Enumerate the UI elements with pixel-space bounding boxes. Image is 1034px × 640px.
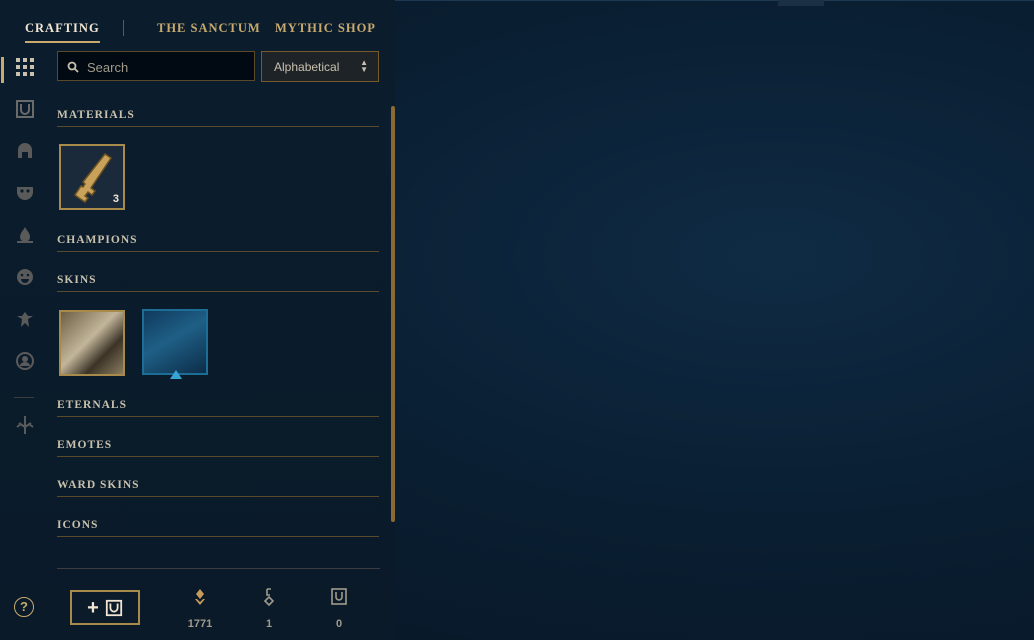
loot-item-skin-shard[interactable] [59, 310, 125, 376]
profile-icon[interactable] [12, 348, 38, 374]
section-header-eternals: ETERNALS [57, 396, 379, 417]
rune-icon[interactable] [12, 412, 38, 438]
top-marker [778, 0, 824, 6]
item-count: 3 [112, 193, 119, 205]
tab-mythic-shop[interactable]: MYTHIC SHOP [275, 21, 376, 36]
sort-dropdown[interactable]: Alphabetical ▲ ▼ [261, 51, 379, 82]
key-icon [263, 588, 275, 606]
rarity-gem-icon [170, 370, 182, 379]
add-chest-button[interactable]: + [70, 590, 140, 625]
help-button[interactable]: ? [14, 597, 34, 617]
search-icon [67, 61, 79, 73]
top-nav: CRAFTING THE SANCTUM MYTHIC SHOP [0, 0, 395, 56]
ward-icon[interactable] [12, 306, 38, 332]
section-header-ward-skins: WARD SKINS [57, 476, 379, 497]
loot-item-skin-permanent[interactable] [142, 309, 208, 379]
tab-the-sanctum[interactable]: THE SANCTUM [157, 21, 261, 36]
chest-icon[interactable] [12, 96, 38, 122]
orange-essence-icon [195, 589, 205, 605]
currency-orange-essence: 1771 [170, 588, 230, 630]
footer-divider [57, 568, 380, 569]
section-header-materials: MATERIALS [57, 106, 379, 127]
search-input[interactable] [85, 57, 249, 77]
mask-icon[interactable] [12, 180, 38, 206]
nav-separator [123, 20, 124, 36]
currency-keys: 1 [239, 588, 299, 630]
tab-crafting[interactable]: CRAFTING [25, 21, 100, 43]
section-header-icons: ICONS [57, 516, 379, 537]
updown-chevron-icon: ▲ ▼ [360, 58, 368, 74]
chest-icon [331, 588, 347, 605]
section-header-skins: SKINS [57, 271, 379, 292]
grid-icon[interactable] [12, 54, 38, 80]
section-header-emotes: EMOTES [57, 436, 379, 457]
sidebar-active-indicator [1, 57, 4, 83]
emote-icon[interactable] [12, 264, 38, 290]
helmet-icon[interactable] [12, 138, 38, 164]
scrollbar[interactable] [391, 106, 395, 522]
currency-chests: 0 [309, 588, 369, 630]
sidebar-divider [14, 397, 34, 398]
chest-icon [105, 599, 122, 616]
plus-icon: + [87, 596, 99, 619]
search-box[interactable] [57, 51, 255, 81]
sort-selected-label: Alphabetical [274, 60, 340, 74]
splash-icon[interactable] [12, 222, 38, 248]
section-header-champions: CHAMPIONS [57, 231, 379, 252]
loot-item-key-fragment[interactable]: 3 [59, 144, 125, 210]
loot-panel: CRAFTING THE SANCTUM MYTHIC SHOP Search … [0, 0, 395, 640]
